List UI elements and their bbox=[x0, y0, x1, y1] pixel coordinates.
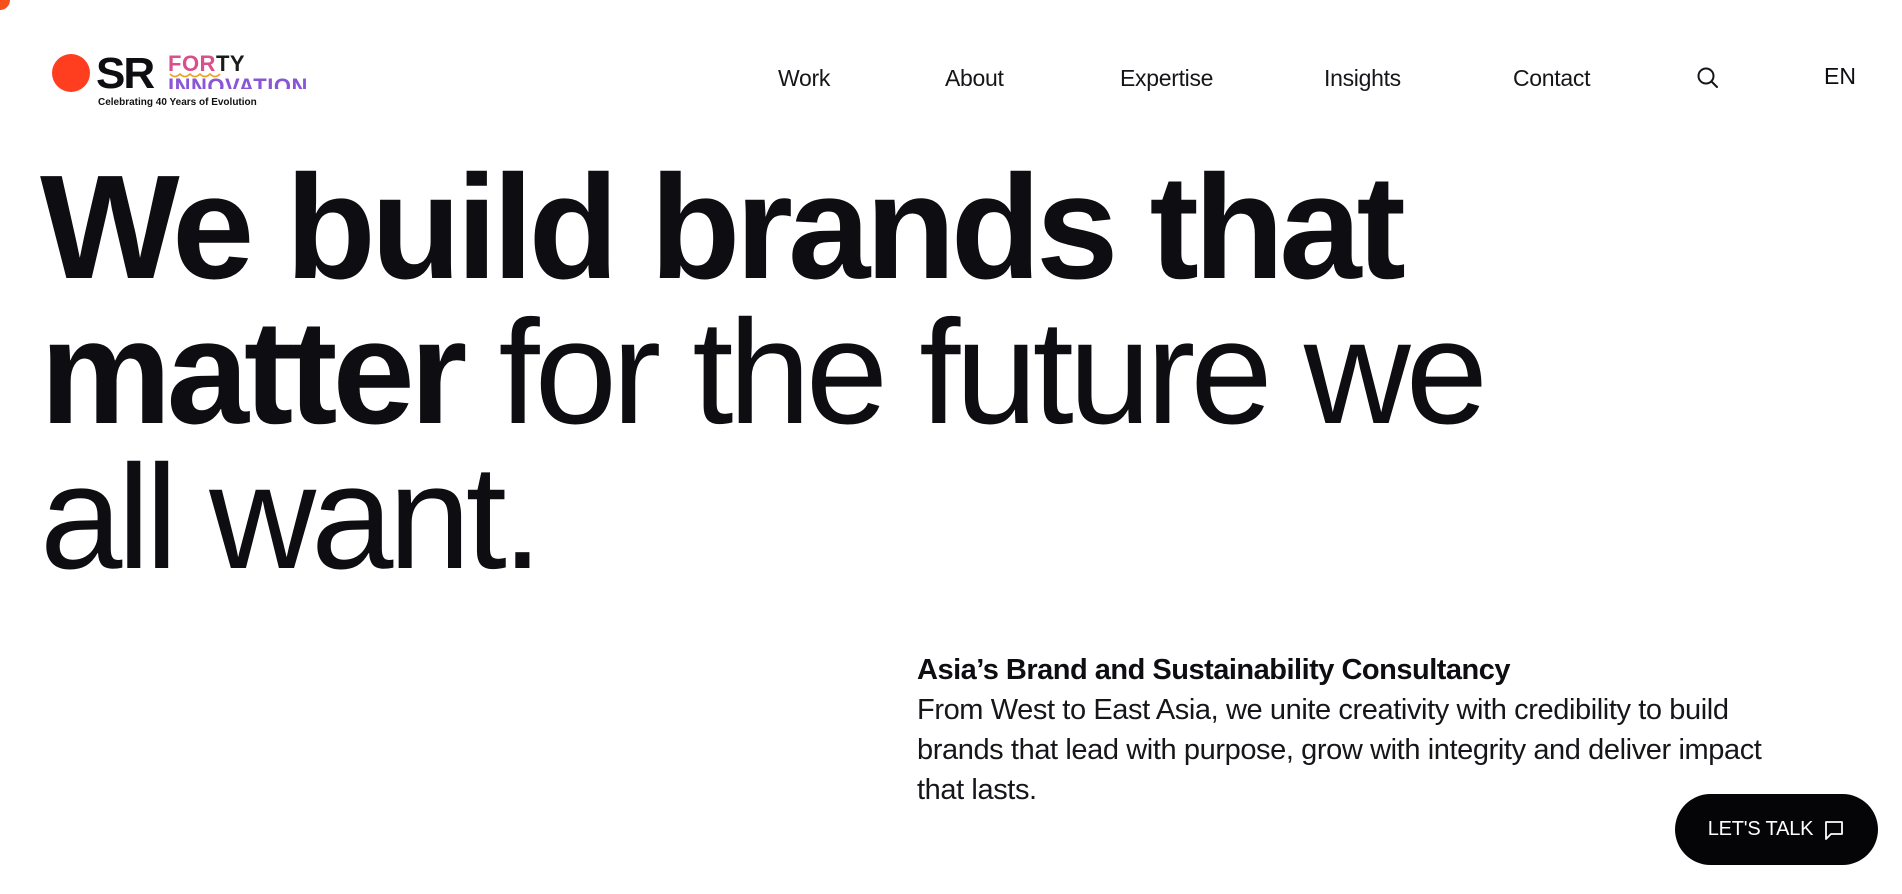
search-button[interactable] bbox=[1696, 66, 1722, 92]
intro-title: Asia’s Brand and Sustainability Consulta… bbox=[917, 654, 1511, 686]
logo[interactable]: SR FORTY INNOVATION Celebrating 40 Years… bbox=[52, 49, 312, 112]
hero-headline: We build brands that matter for the futu… bbox=[40, 154, 1540, 592]
logo-mark: SR bbox=[96, 49, 155, 98]
nav-item-contact[interactable]: Contact bbox=[1513, 64, 1590, 92]
logo-innovation: INNOVATION bbox=[168, 74, 308, 89]
corner-decoration bbox=[0, 0, 10, 10]
hero-line-2-bold: matter bbox=[40, 290, 467, 455]
lets-talk-button[interactable]: LET'S TALK bbox=[1675, 794, 1878, 865]
nav-item-insights[interactable]: Insights bbox=[1324, 64, 1401, 92]
chat-icon bbox=[1825, 820, 1844, 840]
hero-line-1: We build brands that bbox=[40, 154, 1540, 302]
hero-line-3: all want. bbox=[40, 444, 1540, 592]
logo-dot bbox=[52, 54, 90, 92]
logo-tagline: Celebrating 40 Years of Evolution bbox=[98, 97, 257, 108]
nav-item-work[interactable]: Work bbox=[778, 64, 830, 92]
search-icon bbox=[1697, 67, 1718, 88]
intro-section: Asia’s Brand and Sustainability Consulta… bbox=[917, 650, 1797, 810]
language-switcher[interactable]: EN bbox=[1824, 62, 1856, 90]
lets-talk-label: LET'S TALK bbox=[1707, 818, 1814, 840]
intro-body: From West to East Asia, we unite creativ… bbox=[917, 694, 1762, 806]
nav-item-about[interactable]: About bbox=[945, 64, 1004, 92]
hero-line-3-light: all want. bbox=[40, 435, 543, 600]
nav-item-expertise[interactable]: Expertise bbox=[1120, 64, 1213, 92]
hero-line-2-light: for the future we bbox=[462, 290, 1488, 455]
hero-line-1-bold: We build brands that bbox=[40, 145, 1406, 310]
hero-line-2: matter for the future we bbox=[40, 299, 1540, 447]
